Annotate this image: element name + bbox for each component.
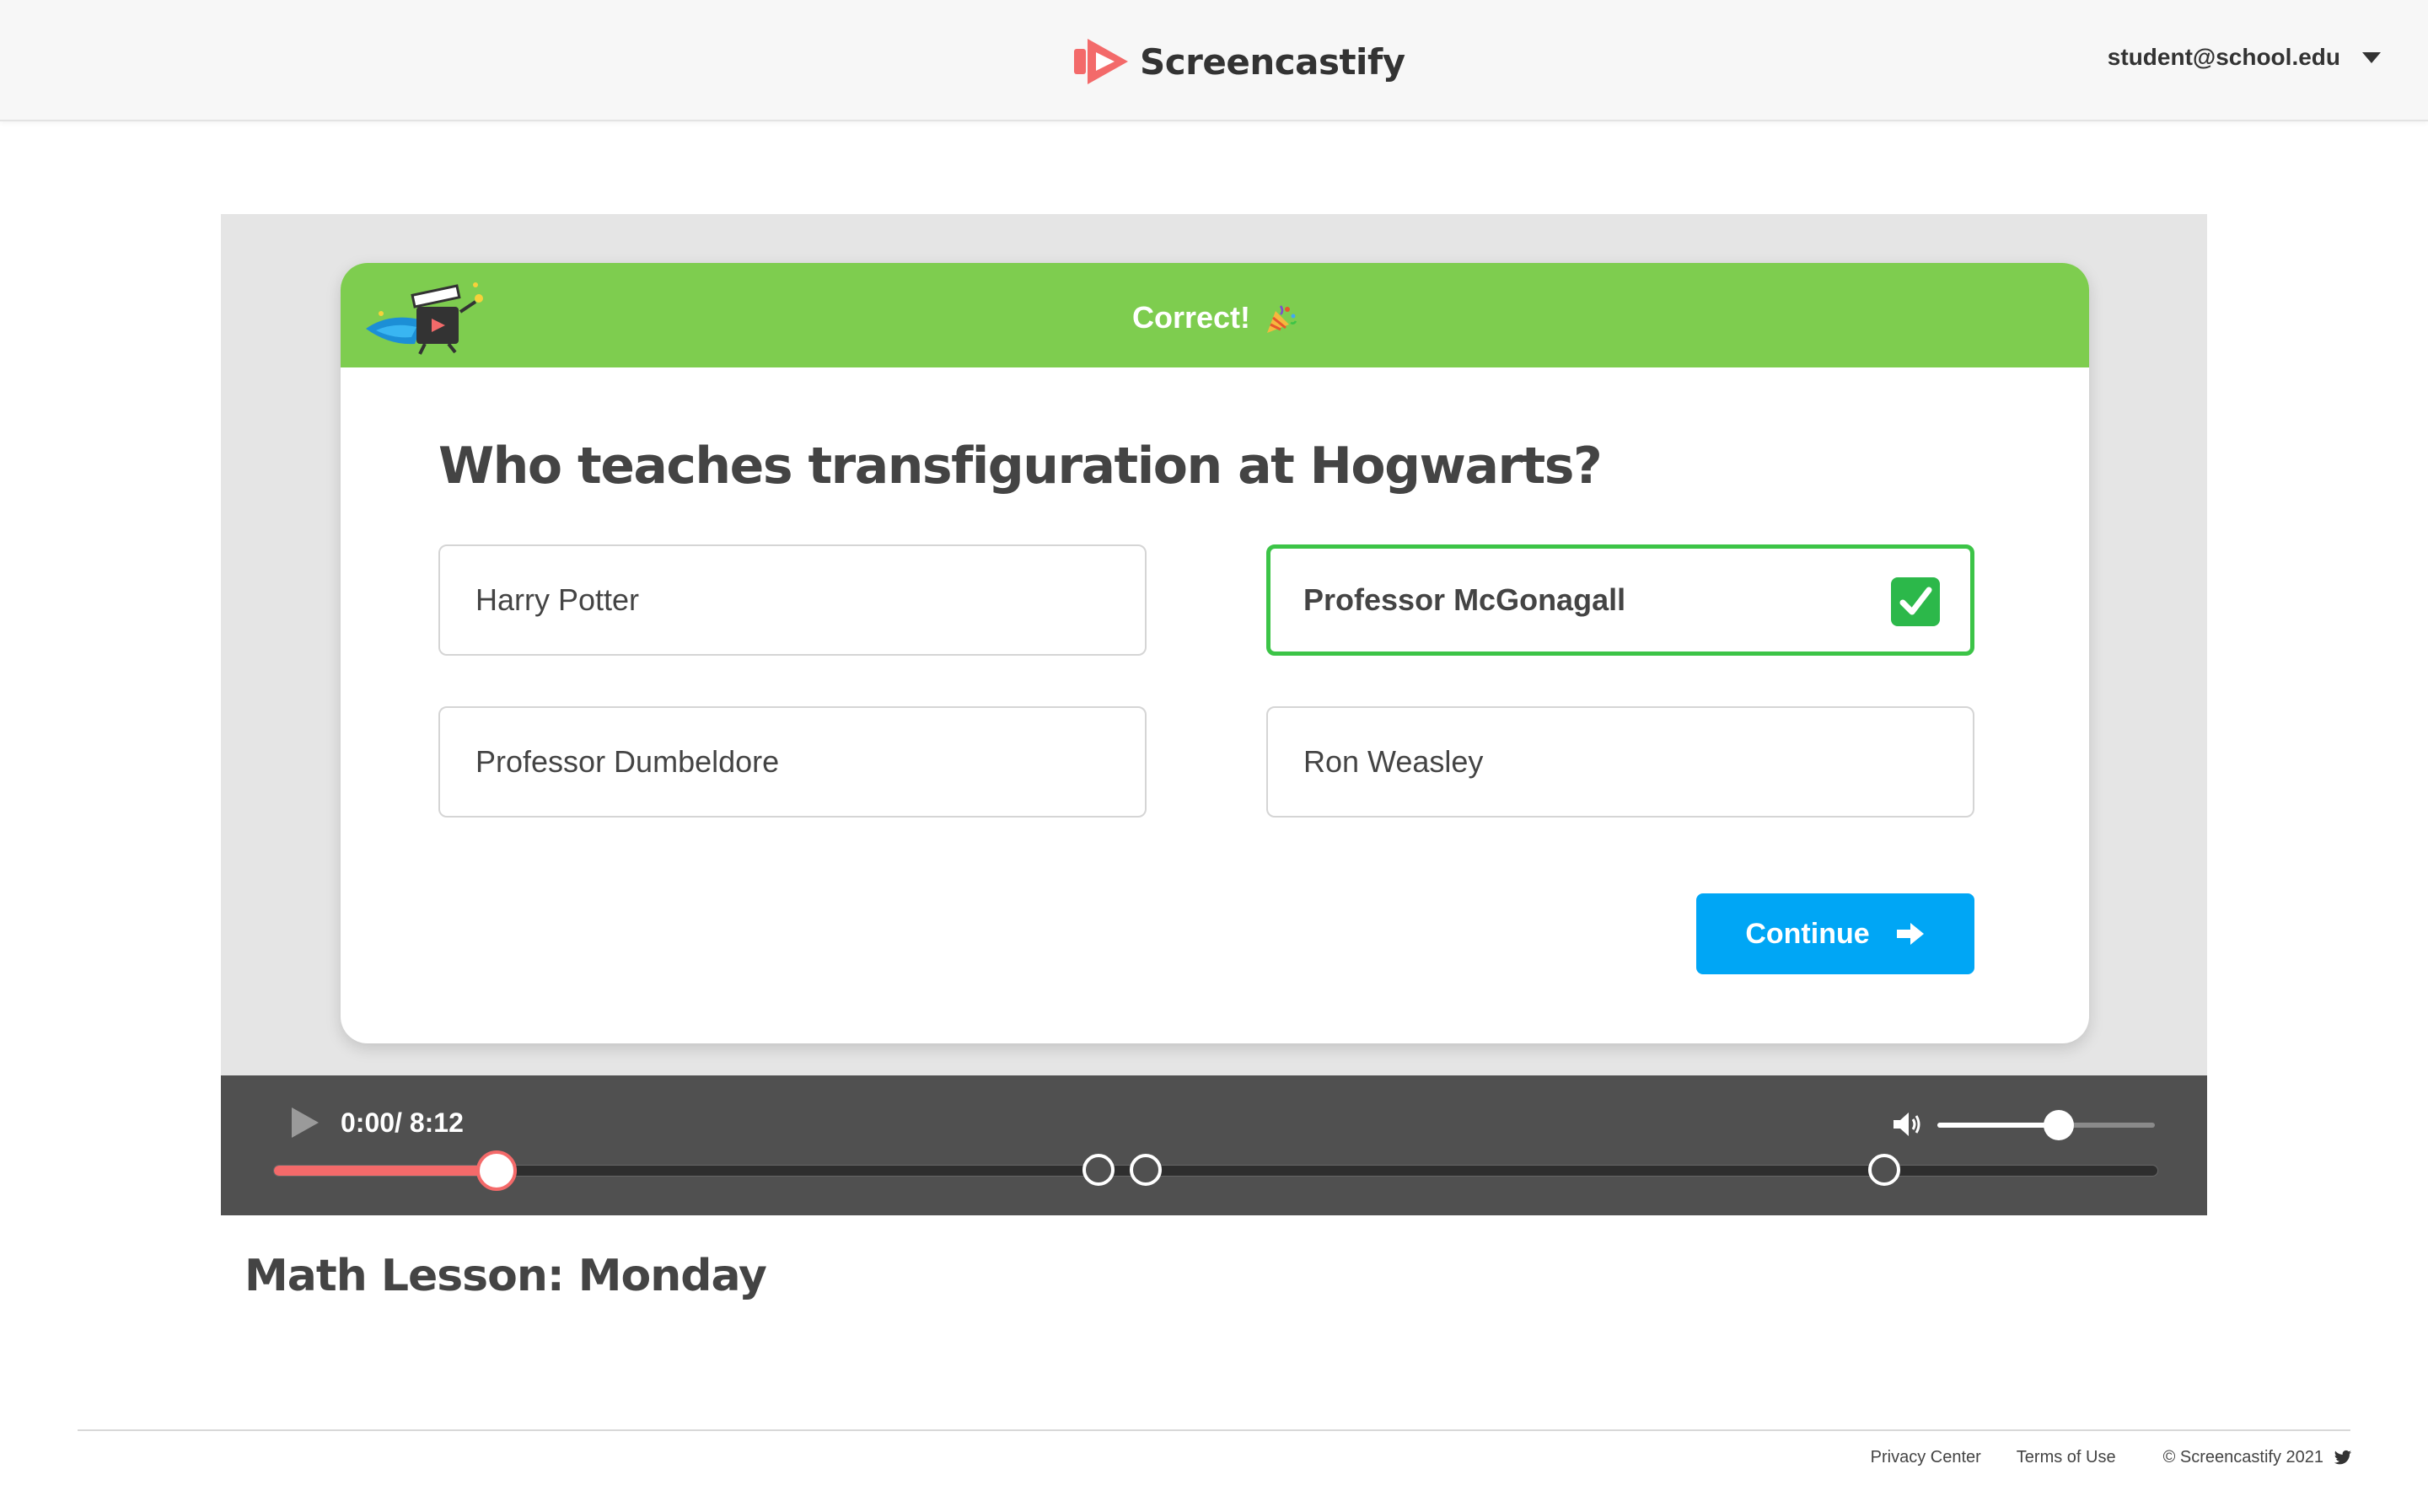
question-marker[interactable] (1082, 1154, 1115, 1186)
caret-down-icon (2362, 51, 2381, 63)
banner-text: Correct! (341, 300, 2089, 336)
quiz-question: Who teaches transfiguration at Hogwarts? (438, 437, 1603, 496)
screencastify-logo-icon (1074, 39, 1128, 84)
footer-divider (78, 1429, 2350, 1431)
video-stage: Correct! Who teaches transfiguration at … (221, 214, 2207, 1075)
continue-label: Continue (1745, 917, 1870, 950)
correct-banner: Correct! (341, 263, 2089, 367)
answer-option-2-correct[interactable]: Professor McGonagall (1266, 544, 1974, 656)
top-header: Screencastify student@school.edu (0, 0, 2428, 121)
account-menu[interactable]: student@school.edu (2108, 44, 2381, 71)
continue-button[interactable]: Continue (1696, 893, 1974, 974)
check-mark-icon (1891, 577, 1940, 626)
question-marker[interactable] (1868, 1154, 1901, 1186)
question-marker[interactable] (1130, 1154, 1163, 1186)
correct-label: Correct! (1131, 300, 1250, 335)
answer-option-4[interactable]: Ron Weasley (1266, 706, 1974, 818)
play-icon[interactable] (290, 1106, 320, 1139)
progress-scrubber-handle[interactable] (475, 1150, 517, 1191)
party-popper-icon (1267, 305, 1297, 334)
arrow-right-icon (1896, 923, 1924, 945)
answer-option-3[interactable]: Professor Dumbeldore (438, 706, 1147, 818)
video-title: Math Lesson: Monday (244, 1251, 767, 1301)
answer-option-1[interactable]: Harry Potter (438, 544, 1147, 656)
twitter-icon[interactable] (2334, 1450, 2352, 1466)
video-progress-bar[interactable] (273, 1150, 2158, 1191)
screencastify-logo[interactable]: Screencastify (1074, 35, 1405, 88)
copyright-text: © Screencastify 2021 (2162, 1448, 2323, 1466)
footer: Privacy Center Terms of Use © Screencast… (1835, 1448, 2352, 1467)
terms-of-use-link[interactable]: Terms of Use (2017, 1448, 2116, 1467)
answer-label: Harry Potter (475, 582, 640, 617)
volume-level-fill (1937, 1123, 2060, 1128)
video-player-controls: 0:00/ 8:12 (221, 1075, 2207, 1215)
answer-label: Professor Dumbeldore (475, 744, 780, 779)
volume-icon[interactable] (1892, 1111, 1922, 1138)
progress-played-fill (274, 1166, 497, 1176)
quiz-card: Correct! Who teaches transfiguration at … (341, 263, 2089, 1043)
answer-label: Ron Weasley (1303, 744, 1484, 779)
volume-slider-handle[interactable] (2044, 1110, 2075, 1140)
brand-name: Screencastify (1140, 40, 1405, 83)
answer-label: Professor McGonagall (1303, 582, 1626, 617)
time-display: 0:00/ 8:12 (341, 1107, 464, 1138)
account-email: student@school.edu (2107, 44, 2340, 70)
volume-slider[interactable] (1937, 1110, 2155, 1140)
privacy-center-link[interactable]: Privacy Center (1871, 1448, 1981, 1467)
